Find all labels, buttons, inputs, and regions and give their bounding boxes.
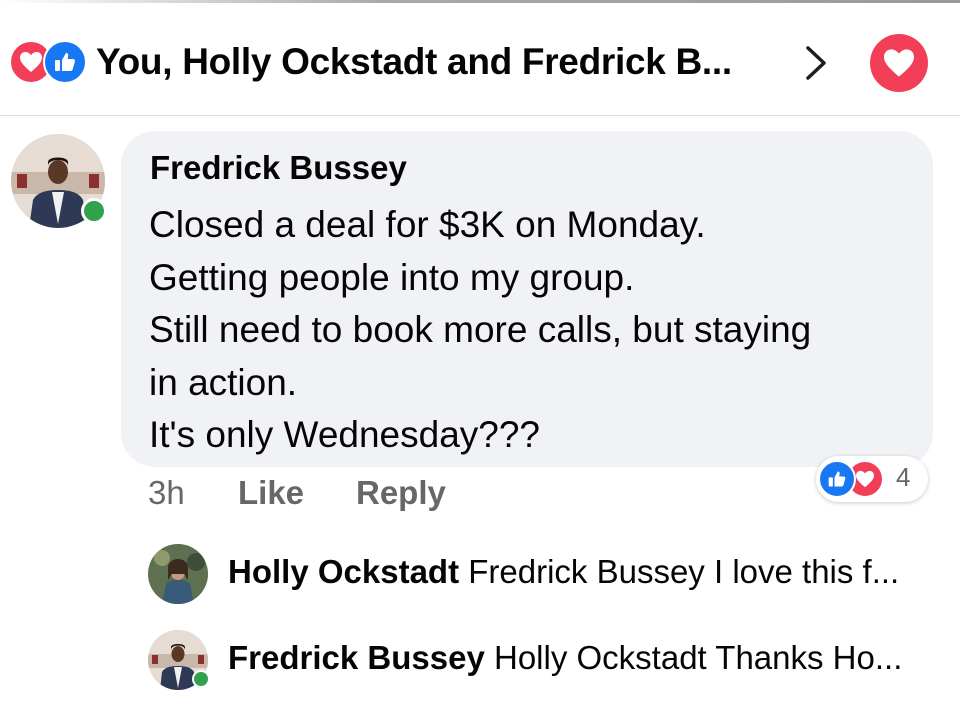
header-divider [0, 115, 960, 116]
reply-text: Fredrick Bussey Holly Ockstadt Thanks Ho… [228, 639, 902, 677]
comment-bubble[interactable]: Fredrick Bussey Closed a deal for $3K on… [121, 131, 933, 467]
comment-line: Still need to book more calls, but stayi… [149, 309, 812, 350]
author-avatar[interactable] [11, 134, 107, 228]
reply-avatar[interactable] [148, 630, 210, 690]
reply-snippet: Holly Ockstadt Thanks Ho... [493, 639, 903, 676]
reactions-header[interactable]: You, Holly Ockstadt and Fredrick B... [0, 3, 960, 115]
online-status-dot [192, 670, 210, 688]
comment-reactions-pill[interactable]: 4 [816, 456, 928, 502]
like-icon [818, 460, 856, 498]
reply-author[interactable]: Holly Ockstadt [228, 553, 459, 590]
reply-snippet: Fredrick Bussey I love this f... [468, 553, 900, 590]
like-icon [43, 40, 87, 84]
comment-thread-screen: You, Holly Ockstadt and Fredrick B... Fr… [0, 0, 960, 716]
comment-line: It's only Wednesday??? [149, 414, 541, 455]
heart-icon [884, 49, 914, 77]
reply-avatar[interactable] [148, 544, 208, 604]
comment-line: Getting people into my group. [149, 256, 635, 298]
love-react-button[interactable] [870, 34, 928, 92]
reply-preview[interactable]: Fredrick Bussey Holly Ockstadt Thanks Ho… [148, 630, 948, 690]
like-button[interactable]: Like [238, 474, 304, 512]
reply-author[interactable]: Fredrick Bussey [228, 639, 485, 676]
online-status-dot [81, 198, 107, 224]
reply-text: Holly Ockstadt Fredrick Bussey I love th… [228, 553, 899, 591]
reaction-summary-icons [9, 40, 87, 84]
comment-line: in action. [149, 361, 298, 403]
comment-author[interactable]: Fredrick Bussey [150, 149, 407, 187]
reactors-title[interactable]: You, Holly Ockstadt and Fredrick B... [96, 41, 732, 83]
reaction-count: 4 [896, 462, 911, 492]
reply-button[interactable]: Reply [356, 474, 446, 512]
reply-preview[interactable]: Holly Ockstadt Fredrick Bussey I love th… [148, 544, 948, 604]
comment-body: Closed a deal for $3K on Monday. Getting… [149, 199, 811, 462]
comment-line: Closed a deal for $3K on Monday. [149, 204, 706, 245]
comment-timestamp[interactable]: 3h [148, 474, 185, 512]
chevron-right-icon[interactable] [798, 43, 834, 83]
